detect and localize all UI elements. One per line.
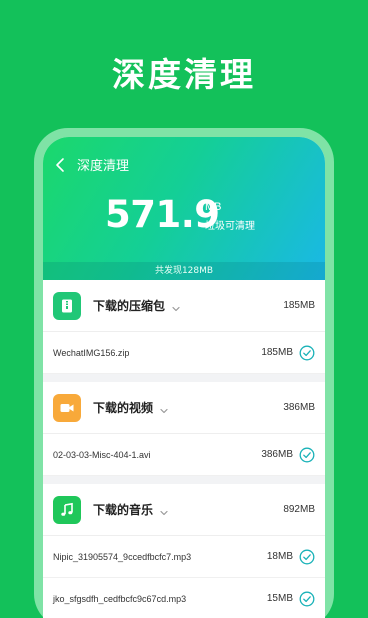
file-size: 386MB: [261, 449, 293, 460]
back-arrow-icon[interactable]: [53, 157, 69, 173]
file-name: 02-03-03-Misc-404-1.avi: [53, 449, 151, 460]
file-row[interactable]: 02-03-03-Misc-404-1.avi 386MB: [43, 434, 325, 476]
archive-icon: [53, 291, 81, 320]
found-total-bar: 共发现128MB: [43, 262, 325, 280]
check-circle-icon[interactable]: [299, 549, 315, 565]
file-name: jko_sfgsdfh_cedfbcfc9c67cd.mp3: [53, 593, 187, 604]
group-size: 185MB: [283, 300, 315, 311]
chevron-down-icon[interactable]: [171, 301, 181, 311]
app-screen: 深度清理 571.9 MB 垃圾可清理 共发现128MB 下载的压缩包 185M…: [43, 137, 325, 618]
group-header[interactable]: 下载的视频 386MB: [43, 382, 325, 434]
page-title: 深度清理: [77, 159, 130, 174]
file-row[interactable]: WechatIMG156.zip 185MB: [43, 332, 325, 374]
check-circle-icon[interactable]: [299, 447, 315, 463]
file-row[interactable]: Nipic_31905574_9ccedfbcfc7.mp3 18MB: [43, 536, 325, 578]
video-camera-icon: [53, 393, 81, 422]
top-nav: 深度清理: [53, 155, 129, 174]
check-circle-icon[interactable]: [299, 345, 315, 361]
file-group: 下载的音乐 892MB Nipic_31905574_9ccedfbcfc7.m…: [43, 484, 325, 618]
group-title: 下载的视频: [93, 401, 154, 415]
junk-size-caption: 垃圾可清理: [205, 221, 255, 232]
file-size: 185MB: [261, 347, 293, 358]
cleanup-summary-header: 深度清理 571.9 MB 垃圾可清理 共发现128MB: [43, 137, 325, 280]
file-group-list: 下载的压缩包 185MB WechatIMG156.zip 185MB 下载的视…: [43, 280, 325, 618]
file-name: WechatIMG156.zip: [53, 347, 130, 358]
phone-frame: 深度清理 571.9 MB 垃圾可清理 共发现128MB 下载的压缩包 185M…: [34, 128, 334, 618]
chevron-down-icon[interactable]: [159, 505, 169, 515]
file-group: 下载的压缩包 185MB WechatIMG156.zip 185MB: [43, 280, 325, 374]
group-title: 下载的压缩包: [93, 299, 166, 313]
group-size: 892MB: [283, 504, 315, 515]
file-size: 15MB: [266, 593, 293, 604]
promo-title: 深度清理: [112, 55, 256, 94]
group-header[interactable]: 下载的音乐 892MB: [43, 484, 325, 536]
check-circle-icon[interactable]: [299, 591, 315, 607]
junk-size-value: 571.9: [105, 193, 220, 236]
group-title: 下载的音乐: [93, 503, 154, 517]
file-group: 下载的视频 386MB 02-03-03-Misc-404-1.avi 386M…: [43, 382, 325, 476]
file-row[interactable]: jko_sfgsdfh_cedfbcfc9c67cd.mp3 15MB: [43, 578, 325, 618]
group-header[interactable]: 下载的压缩包 185MB: [43, 280, 325, 332]
group-size: 386MB: [283, 402, 315, 413]
chevron-down-icon[interactable]: [159, 403, 169, 413]
file-name: Nipic_31905574_9ccedfbcfc7.mp3: [53, 551, 192, 562]
music-note-icon: [53, 495, 81, 524]
file-size: 18MB: [266, 551, 293, 562]
junk-size-unit: MB: [205, 201, 222, 213]
